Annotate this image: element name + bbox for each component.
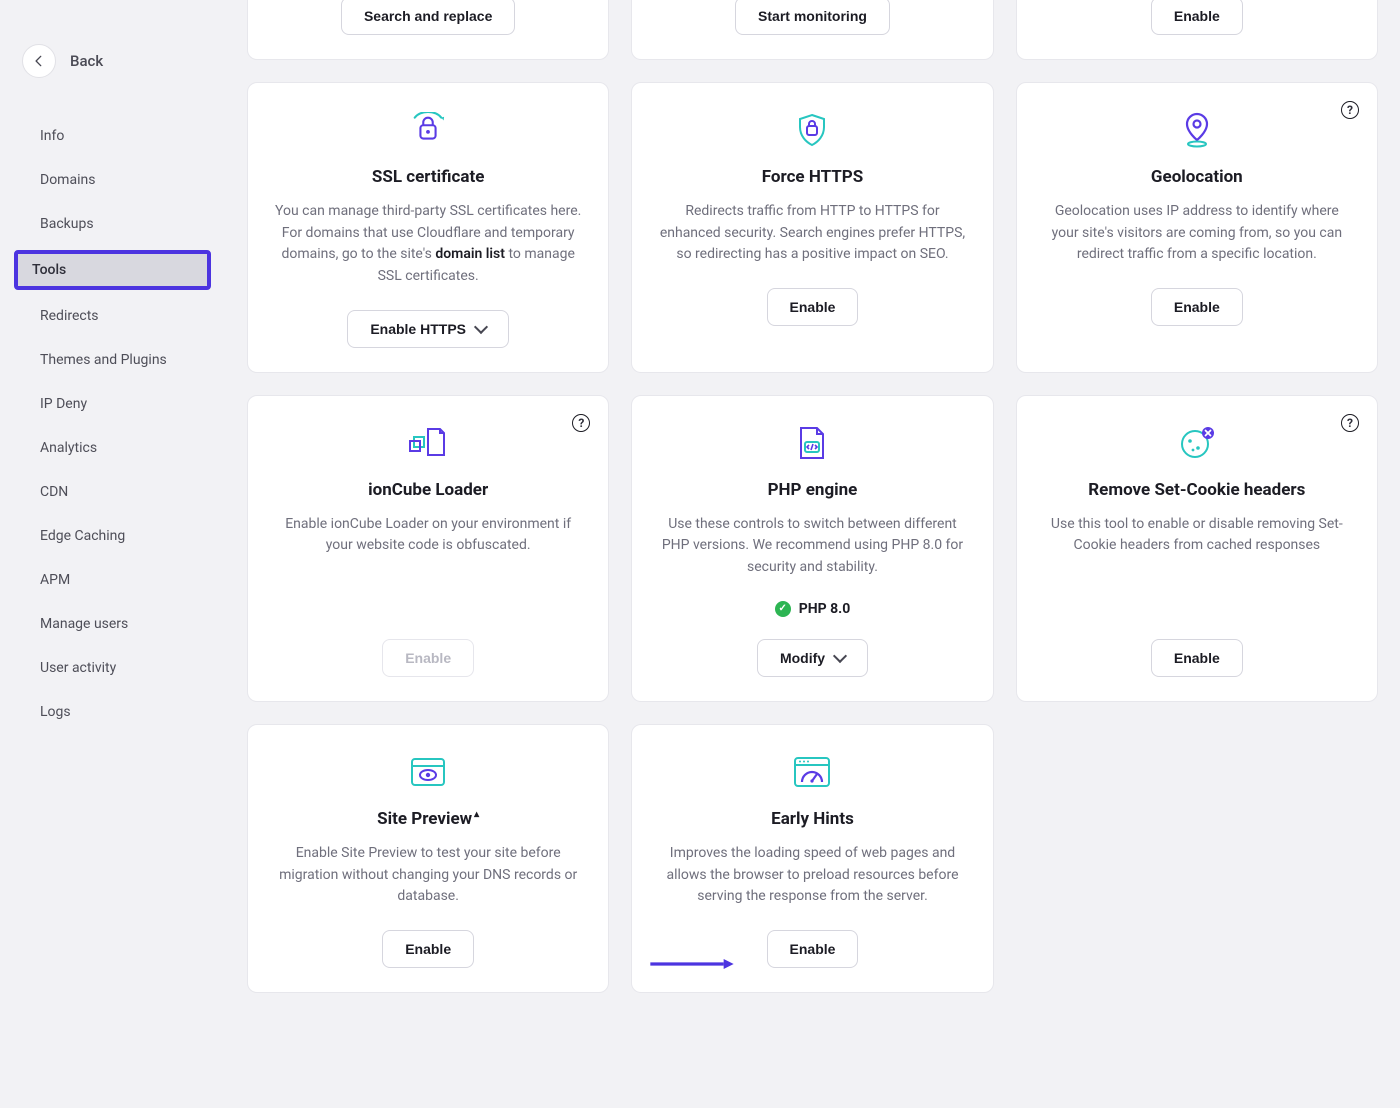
main-content: pain. Search and replace your website. U… [225,0,1400,1108]
enable-button[interactable]: Enable [767,288,859,326]
sidebar-item-edge-caching[interactable]: Edge Caching [12,518,213,554]
card-early-hints: Early Hints Improves the loading speed o… [631,724,993,993]
card-title: ionCube Loader [368,480,488,500]
sidebar-item-user-activity[interactable]: User activity [12,650,213,686]
sidebar: Back Info Domains Backups Tools Redirect… [0,0,225,1108]
sidebar-item-backups[interactable]: Backups [12,206,213,242]
sidebar-item-themes-plugins[interactable]: Themes and Plugins [12,342,213,378]
annotation-arrow-icon [644,954,740,964]
sidebar-item-manage-users[interactable]: Manage users [12,606,213,642]
start-monitoring-button[interactable]: Start monitoring [735,0,890,35]
browser-eye-icon [410,753,446,791]
card-monitoring: your website. Use with care as it impact… [631,0,993,60]
cube-file-icon [408,424,448,462]
enable-button: Enable [382,639,474,677]
help-icon[interactable]: ? [572,414,590,432]
enable-https-button[interactable]: Enable HTTPS [347,310,509,348]
card-desc: Enable Site Preview to test your site be… [272,843,584,908]
back-label: Back [70,52,103,70]
card-ssl-certificate: SSL certificate You can manage third-par… [247,82,609,373]
sidebar-item-ip-deny[interactable]: IP Deny [12,386,213,422]
card-title: Site Preview▴ [377,809,479,829]
check-circle-icon: ✓ [775,601,791,617]
card-title: SSL certificate [372,167,485,187]
card-desc: Use this tool to enable or disable remov… [1041,514,1353,557]
card-title: PHP engine [768,480,858,500]
card-desc: Redirects traffic from HTTP to HTTPS for… [656,201,968,266]
enable-button[interactable]: Enable [382,930,474,968]
arrow-left-icon [32,54,46,68]
sidebar-item-analytics[interactable]: Analytics [12,430,213,466]
enable-button[interactable]: Enable [1151,288,1243,326]
card-title: Force HTTPS [762,167,863,187]
sidebar-item-domains[interactable]: Domains [12,162,213,198]
sidebar-item-info[interactable]: Info [12,118,213,154]
card-desc: Improves the loading speed of web pages … [656,843,968,908]
map-pin-icon [1182,111,1212,149]
card-ioncube-loader: ? ionCube Loader Enable ionCube Loader o… [247,395,609,702]
card-title: Early Hints [771,809,854,829]
card-desc: Geolocation uses IP address to identify … [1041,201,1353,266]
browser-speed-icon [793,753,831,791]
chevron-down-icon [833,649,847,663]
cookie-remove-icon [1179,424,1215,462]
php-version-status: ✓ PHP 8.0 [775,601,851,617]
modify-button[interactable]: Modify [757,639,868,677]
sidebar-item-cdn[interactable]: CDN [12,474,213,510]
sidebar-item-apm[interactable]: APM [12,562,213,598]
card-php-engine: PHP engine Use these controls to switch … [631,395,993,702]
enable-button[interactable]: Enable [767,930,859,968]
card-site-preview: Site Preview▴ Enable Site Preview to tes… [247,724,609,993]
card-desc: Enable ionCube Loader on your environmen… [272,514,584,557]
card-geolocation: ? Geolocation Geolocation uses IP addres… [1016,82,1378,373]
enable-button[interactable]: Enable [1151,0,1243,35]
card-search-replace: pain. Search and replace [247,0,609,60]
search-and-replace-button[interactable]: Search and replace [341,0,515,35]
card-title: Remove Set-Cookie headers [1088,480,1305,500]
code-file-icon [797,424,827,462]
cards-grid: pain. Search and replace your website. U… [247,0,1378,993]
sidebar-item-tools[interactable]: Tools [14,250,211,290]
enable-button[interactable]: Enable [1151,639,1243,677]
card-title: Geolocation [1151,167,1243,187]
card-top-right: Enable [1016,0,1378,60]
sidebar-nav: Info Domains Backups Tools Redirects The… [0,118,225,738]
footnote-marker: ▴ [474,809,479,820]
domain-list-link[interactable]: domain list [435,246,505,262]
sidebar-item-redirects[interactable]: Redirects [12,298,213,334]
card-desc: You can manage third-party SSL certifica… [272,201,584,288]
card-remove-set-cookie: ? Remove Set-Cookie headers Use this too… [1016,395,1378,702]
card-desc: Use these controls to switch between dif… [656,514,968,579]
shield-lock-icon [796,111,828,149]
back-row: Back [0,44,225,78]
back-button[interactable] [22,44,56,78]
help-icon[interactable]: ? [1341,414,1359,432]
chevron-down-icon [474,320,488,334]
card-force-https: Force HTTPS Redirects traffic from HTTP … [631,82,993,373]
sidebar-item-logs[interactable]: Logs [12,694,213,730]
help-icon[interactable]: ? [1341,101,1359,119]
lock-refresh-icon [409,111,447,149]
